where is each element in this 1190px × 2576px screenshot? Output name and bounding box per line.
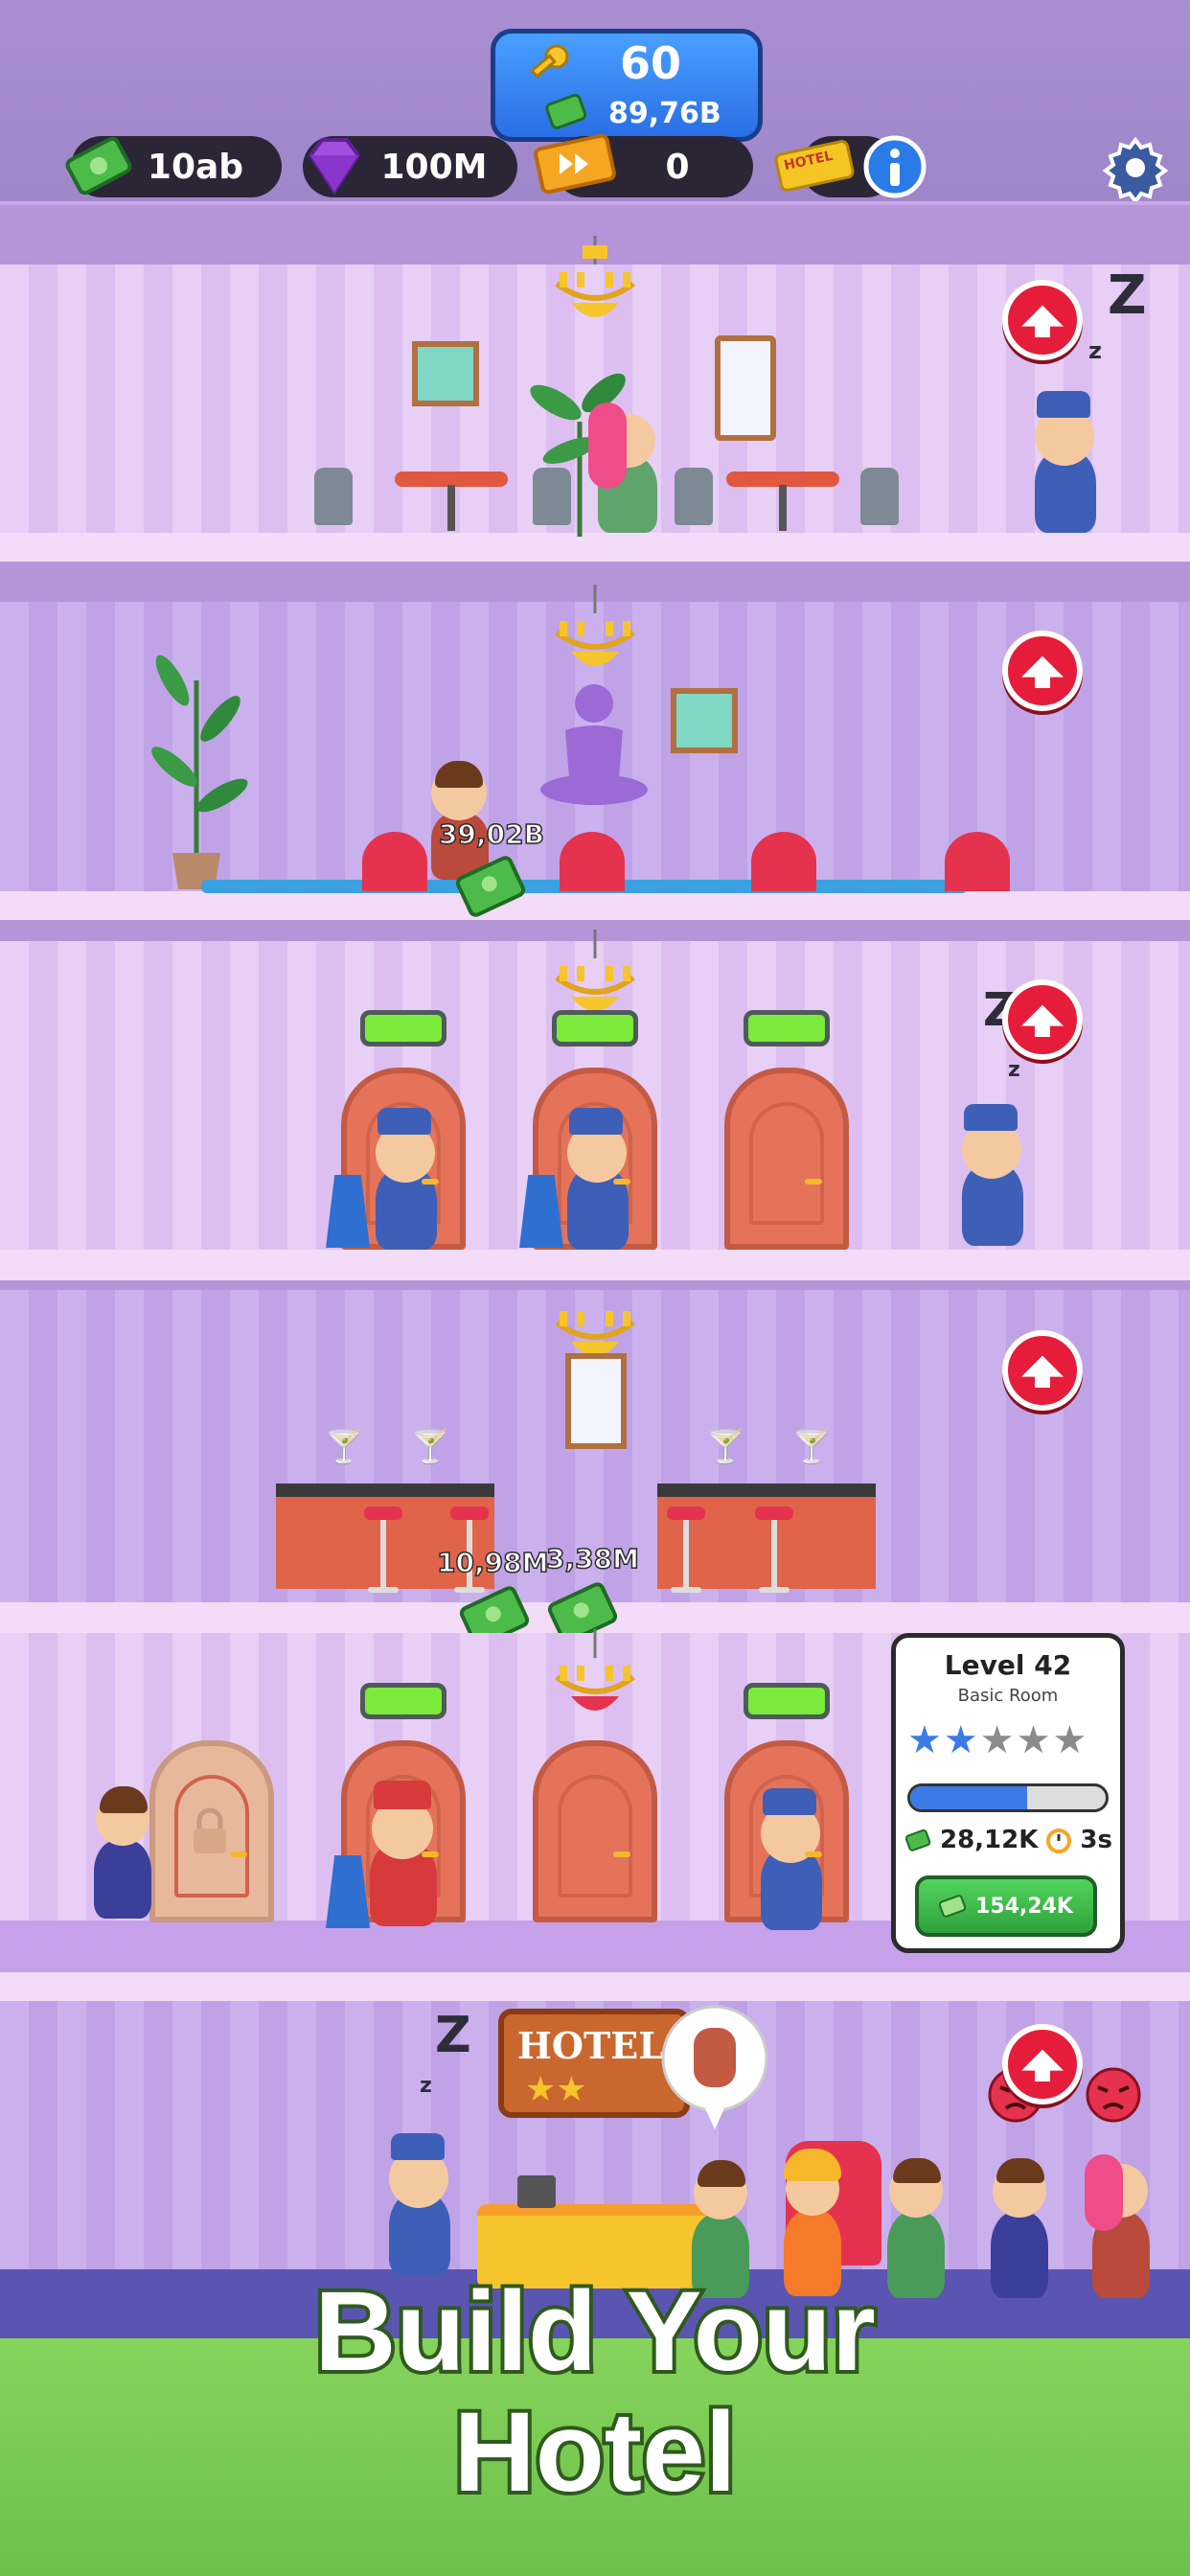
- bar-stool: [755, 1506, 793, 1593]
- floor-1-upgrade-button[interactable]: [1002, 280, 1083, 360]
- key-cash-value: 89,76B: [608, 97, 721, 130]
- star-filled-icon: ★: [943, 1718, 980, 1762]
- bar-stool: [667, 1506, 705, 1593]
- cafe-chair: [675, 468, 713, 525]
- room-status-bar: [552, 1010, 638, 1046]
- upgrade-room-button[interactable]: 154,24K: [915, 1875, 1097, 1937]
- hotel-sign-stars: ★★: [525, 2070, 587, 2109]
- level-progress-fill: [910, 1786, 1028, 1809]
- key-icon: [530, 44, 569, 79]
- chandelier-icon: [555, 585, 635, 666]
- star-filled-icon: ★: [907, 1718, 944, 1762]
- room-status-bar: [360, 1010, 446, 1046]
- promo-headline-line-1: Build Your: [310, 2268, 880, 2395]
- gem-icon: [308, 138, 361, 196]
- upgrade-price: 154,24K: [975, 1894, 1073, 1919]
- floor-2-upgrade-button[interactable]: [1002, 631, 1083, 711]
- room-star-rating: ★★★★★: [907, 1718, 1088, 1762]
- cafe-chair: [860, 468, 899, 525]
- sleep-z-icon: z: [1088, 337, 1102, 364]
- room-income: 28,12K: [940, 1826, 1039, 1854]
- cocktail-glass-icon: 🍸: [705, 1428, 746, 1466]
- room-type: Basic Room: [957, 1686, 1059, 1706]
- cocktail-glass-icon: 🍸: [791, 1428, 833, 1466]
- sleep-z-icon: z: [1008, 1058, 1020, 1082]
- angry-face-icon: [1086, 2067, 1141, 2123]
- hotel-sign-text: HOTEL: [517, 2024, 664, 2067]
- bellboy-sleeping[interactable]: [949, 1096, 1035, 1246]
- chandelier-icon: [555, 236, 635, 317]
- guest-pink-hair[interactable]: [584, 402, 671, 533]
- settings-gear-icon[interactable]: [1102, 134, 1169, 201]
- wall-painting: [412, 341, 479, 406]
- cafe-table-right-leg: [779, 485, 787, 531]
- exercise-ball: [362, 832, 427, 891]
- info-icon[interactable]: [862, 134, 927, 199]
- lobby-upgrade-button[interactable]: [1002, 2024, 1083, 2104]
- wall-mirror: [565, 1353, 627, 1449]
- guest-waiting[interactable]: [84, 1784, 161, 1919]
- receptionist-sleeping[interactable]: [376, 2126, 462, 2275]
- exercise-ball: [945, 832, 1010, 891]
- room-status-bar: [744, 1683, 830, 1719]
- chandelier-icon: [555, 1629, 635, 1711]
- star-empty-icon: ★: [979, 1718, 1017, 1762]
- door-request-bubble-icon: [661, 2005, 768, 2129]
- floor-2-floor: [0, 891, 1190, 920]
- room-status-bar: [744, 1010, 830, 1046]
- star-empty-icon: ★: [1016, 1718, 1053, 1762]
- promo-headline-line-2: Hotel: [450, 2389, 741, 2516]
- cleaner-bellboy[interactable]: [364, 1100, 450, 1250]
- room-cycle-time: 3s: [1080, 1826, 1112, 1854]
- lock-icon: [194, 1807, 226, 1853]
- bellboy-sleeping[interactable]: [1021, 383, 1108, 533]
- floating-earning: 10,98M: [436, 1546, 549, 1579]
- room-status-bar: [360, 1683, 446, 1719]
- sleep-z-icon: Z: [435, 2007, 471, 2064]
- level-progress-bar: [907, 1783, 1109, 1812]
- room-stats: 28,12K 3s: [905, 1826, 1112, 1854]
- cash-stack-icon: [65, 136, 132, 196]
- keys-panel[interactable]: 60 89,76B: [491, 29, 763, 142]
- sleep-z-icon: z: [420, 2074, 432, 2098]
- room-level-card[interactable]: Level 42 Basic Room ★★★★★ 28,12K 3s 154,…: [891, 1633, 1125, 1953]
- wall-painting: [671, 688, 738, 753]
- floor-3-upgrade-button[interactable]: [1002, 979, 1083, 1060]
- star-empty-icon: ★: [1052, 1718, 1089, 1762]
- room-door[interactable]: [533, 1740, 657, 1922]
- floor-1-floor: [0, 533, 1190, 562]
- exercise-ball: [560, 832, 625, 891]
- meditation-statue-icon: [540, 684, 648, 805]
- potted-plant-icon: [151, 655, 248, 889]
- wall-mirror: [715, 335, 776, 441]
- fast-forward-ticket-icon: [534, 133, 616, 195]
- cash-register: [517, 2175, 556, 2208]
- floating-earning: 3,38M: [545, 1542, 639, 1576]
- cash-icon: [939, 1895, 967, 1918]
- level-title: Level 42: [944, 1649, 1072, 1681]
- floor-4-upgrade-button[interactable]: [1002, 1330, 1083, 1411]
- cocktail-glass-icon: 🍸: [324, 1428, 365, 1466]
- cash-icon: [545, 93, 587, 129]
- bar-stool: [364, 1506, 402, 1593]
- sleep-z-icon: Z: [1108, 264, 1147, 327]
- room-door[interactable]: [724, 1068, 849, 1250]
- cafe-chair: [533, 468, 571, 525]
- cleaner-bellboy[interactable]: [556, 1100, 642, 1250]
- cocktail-glass-icon: 🍸: [410, 1428, 451, 1466]
- timer-icon: [1046, 1828, 1072, 1853]
- cafe-chair: [314, 468, 353, 525]
- lobby-ceiling: [0, 1972, 1190, 2001]
- manager-red[interactable]: [358, 1773, 450, 1926]
- keys-count: 60: [620, 37, 682, 89]
- exercise-ball: [751, 832, 816, 891]
- cleaner-bellboy[interactable]: [749, 1781, 835, 1930]
- cafe-table-left-leg: [447, 485, 455, 531]
- cash-icon: [905, 1828, 931, 1852]
- floating-earning: 39,02B: [438, 817, 544, 851]
